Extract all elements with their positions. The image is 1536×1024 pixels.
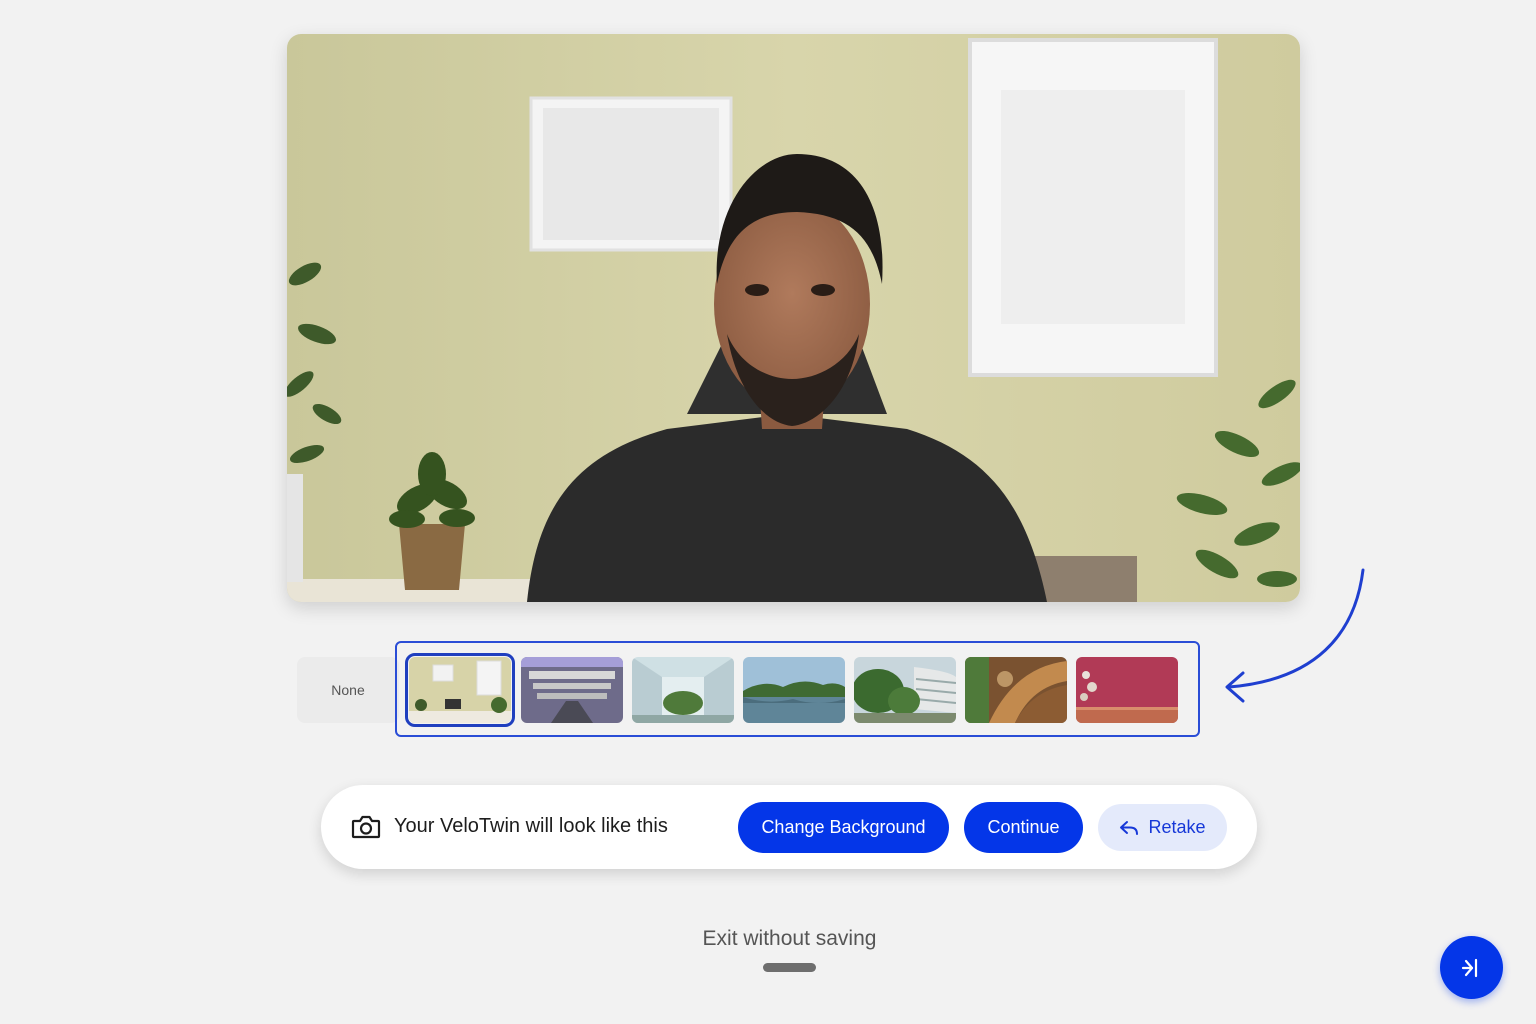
retake-button[interactable]: Retake [1098, 804, 1227, 851]
background-thumb-home-office[interactable] [405, 653, 515, 727]
preview-action-bar: Your VeloTwin will look like this Change… [321, 785, 1257, 869]
pointer-arrow [1225, 568, 1365, 703]
continue-label: Continue [987, 817, 1060, 837]
background-thumb-tropical-campus[interactable] [854, 657, 956, 723]
background-thumb-wooden-spiral-interior[interactable] [965, 657, 1067, 723]
background-thumb-pink-wall-studio[interactable] [1076, 657, 1178, 723]
preview-caption: Your VeloTwin will look like this [394, 815, 668, 837]
background-none-label: None [331, 682, 365, 698]
background-thumb-modern-atrium[interactable] [521, 657, 623, 723]
reply-arrow-icon [1119, 820, 1139, 836]
preview-scene [287, 34, 1300, 602]
exit-without-saving-link[interactable]: Exit without saving [0, 927, 1536, 951]
camera-preview [287, 34, 1300, 602]
continue-button[interactable]: Continue [964, 802, 1083, 853]
exit-label: Exit without saving [702, 927, 877, 950]
change-background-button[interactable]: Change Background [738, 802, 949, 853]
retake-label: Retake [1148, 817, 1206, 837]
background-none-option[interactable]: None [297, 657, 399, 723]
change-background-label: Change Background [761, 817, 926, 837]
camera-icon [351, 815, 381, 839]
collapse-right-icon [1461, 958, 1477, 977]
background-thumb-glass-atrium-garden[interactable] [632, 657, 734, 723]
collapse-panel-button[interactable] [1440, 936, 1503, 999]
background-thumb-lake-forest[interactable] [743, 657, 845, 723]
drag-handle[interactable] [763, 963, 816, 972]
background-thumbnail-strip [395, 641, 1200, 737]
